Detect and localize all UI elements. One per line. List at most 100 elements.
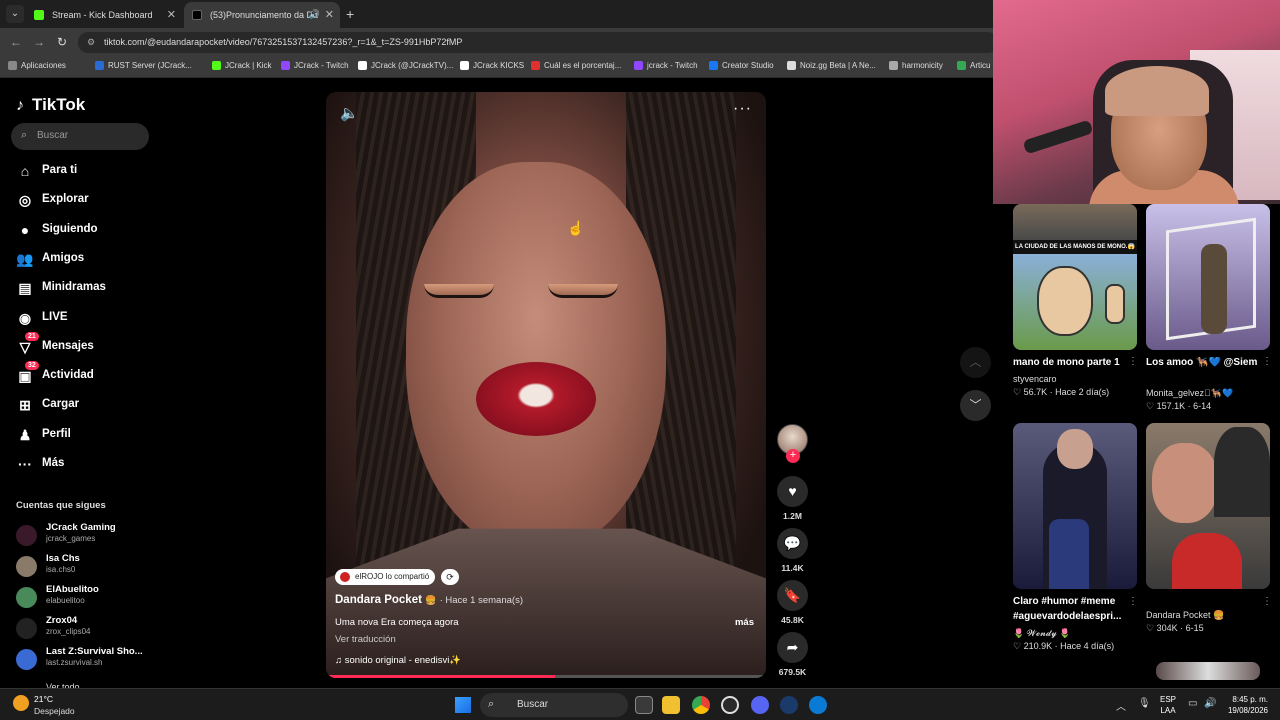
tab-tiktok[interactable]: (53)Pronunciamento da Da 🔊 ✕ bbox=[184, 2, 340, 28]
nav-label: Explorar bbox=[42, 193, 89, 206]
bookmark-item[interactable]: Creator Studio bbox=[709, 61, 774, 70]
close-tab-icon[interactable]: ✕ bbox=[167, 8, 176, 21]
recommendation-thumb-1[interactable]: LA CIUDAD DE LAS MANOS DE MONO.😱 bbox=[1013, 204, 1137, 350]
search-input[interactable]: ⌕ Buscar bbox=[11, 123, 149, 150]
nav-item-para-ti[interactable]: ⌂ Para ti bbox=[16, 160, 146, 182]
bookmark-item[interactable]: RUST Server (JCrack... bbox=[95, 61, 192, 70]
recommendation-thumb-2[interactable] bbox=[1146, 204, 1270, 350]
taskbar-search[interactable]: ⌕ Buscar bbox=[480, 693, 628, 717]
url-field[interactable]: ⚙ tiktok.com/@eudandarapocket/video/7673… bbox=[78, 32, 998, 53]
following-item[interactable]: Last Z:Survival Sho... last.zsurvival.sh bbox=[16, 646, 156, 674]
tab-kick-dashboard[interactable]: Stream - Kick Dashboard ✕ bbox=[26, 2, 182, 28]
recommendation-user[interactable]: styvencaro bbox=[1013, 374, 1057, 384]
thumb-detail bbox=[1013, 204, 1137, 240]
bookmark-item[interactable]: Noiz.gg Beta | A Ne... bbox=[787, 61, 876, 70]
recommendation-title-line2[interactable]: #aguevardodelaespri... bbox=[1013, 611, 1133, 622]
previous-video-button[interactable]: ︿ bbox=[960, 347, 991, 378]
nav-item-mensajes[interactable]: ▽ 21 Mensajes bbox=[16, 331, 146, 358]
speaker-icon[interactable]: 🔊 bbox=[309, 9, 320, 20]
app-icon[interactable] bbox=[780, 696, 798, 714]
save-button[interactable]: 🔖 bbox=[777, 580, 808, 611]
nav-item-más[interactable]: ··· Más bbox=[16, 453, 146, 475]
tab-search-button[interactable]: ⌄ bbox=[6, 5, 24, 23]
reload-icon[interactable]: ↻ bbox=[57, 35, 67, 49]
windows-start-icon[interactable] bbox=[455, 697, 471, 713]
recommendation-thumb-3[interactable] bbox=[1013, 423, 1137, 589]
video-author[interactable]: Dandara Pocket 🍔 · Hace 1 semana(s) bbox=[335, 594, 523, 606]
bookmark-item[interactable]: jcrack - Twitch bbox=[634, 61, 698, 70]
share-button[interactable]: ➦ bbox=[777, 632, 808, 663]
chrome-icon[interactable] bbox=[692, 696, 710, 714]
nav-item-cargar[interactable]: ⊞ Cargar bbox=[16, 394, 146, 416]
search-icon: ⌕ bbox=[21, 129, 28, 141]
recommendation-title[interactable]: mano de mono parte 1 bbox=[1013, 357, 1133, 368]
video-progress-bar[interactable] bbox=[326, 675, 766, 678]
video-player[interactable]: 🔈 ··· elROJO lo compartió ⟳ Dandara Pock… bbox=[326, 92, 766, 678]
more-options-icon[interactable]: ··· bbox=[733, 100, 752, 118]
nav-item-siguiendo[interactable]: ● Siguiendo bbox=[16, 219, 146, 241]
like-button[interactable]: ♥ bbox=[777, 476, 808, 507]
video-frame-detail bbox=[548, 284, 618, 298]
bookmark-item[interactable]: JCrack KICKS bbox=[460, 61, 524, 70]
card-more-icon[interactable]: ⋮ bbox=[1128, 356, 1138, 367]
recommendation-user[interactable]: Dandara Pocket 🍔 bbox=[1146, 610, 1224, 621]
tiktok-logo[interactable]: ♪ TikTok bbox=[16, 95, 85, 115]
repost-icon[interactable]: ⟳ bbox=[441, 569, 459, 585]
next-video-button[interactable]: ﹀ bbox=[960, 390, 991, 421]
bookmark-item[interactable]: JCrack (@JCrackTV)... bbox=[358, 61, 453, 70]
task-view-icon[interactable] bbox=[635, 696, 653, 714]
back-icon[interactable]: ← bbox=[10, 35, 22, 49]
bookmark-item[interactable]: JCrack | Kick bbox=[212, 61, 272, 70]
bookmark-item[interactable]: Articu bbox=[957, 61, 990, 70]
edge-icon[interactable] bbox=[809, 696, 827, 714]
volume-icon[interactable]: 🔈 bbox=[340, 104, 359, 122]
card-more-icon[interactable]: ⋮ bbox=[1262, 356, 1272, 367]
recommendation-thumb-5[interactable] bbox=[1156, 662, 1260, 680]
nav-item-live[interactable]: ◉ LIVE bbox=[16, 307, 146, 329]
sound-link[interactable]: ♫ sonido original - enedisvi✨ bbox=[335, 655, 461, 666]
following-item[interactable]: Zrox04 zrox_clips04 bbox=[16, 615, 156, 643]
close-tab-icon[interactable]: ✕ bbox=[325, 8, 334, 21]
tray-chevron-icon[interactable]: ︿ bbox=[1116, 698, 1126, 713]
caption-more-link[interactable]: más bbox=[735, 617, 754, 628]
weather-sun-icon[interactable] bbox=[13, 695, 29, 711]
network-icon[interactable]: ▭ bbox=[1188, 698, 1197, 709]
obs-icon[interactable] bbox=[721, 696, 739, 714]
bookmark-item[interactable]: harmonicity bbox=[889, 61, 943, 70]
shared-by-badge[interactable]: elROJO lo compartió bbox=[335, 569, 436, 585]
weather-temp[interactable]: 21°C bbox=[34, 694, 53, 704]
recommendation-title[interactable]: Los amoo 🐕‍🦺💙 @Siempre Blessd 🎲 ... bbox=[1146, 357, 1258, 368]
clock[interactable]: 8:45 p. m. 19/08/2026 bbox=[1222, 694, 1268, 716]
bookmark-favicon-icon bbox=[889, 61, 898, 70]
weather-desc[interactable]: Despejado bbox=[34, 706, 75, 716]
language-indicator[interactable]: ESP LAA bbox=[1160, 694, 1176, 716]
forward-icon[interactable]: → bbox=[33, 35, 45, 49]
recommendation-user[interactable]: Monita_gelvez🏽🐕‍🦺💙 bbox=[1146, 388, 1233, 399]
recommendation-title[interactable]: Claro #humor #meme bbox=[1013, 596, 1133, 607]
recommendation-thumb-4[interactable] bbox=[1146, 423, 1270, 589]
following-item[interactable]: JCrack Gaming jcrack_games bbox=[16, 522, 156, 550]
nav-item-amigos[interactable]: 👥 Amigos bbox=[16, 248, 146, 270]
discord-icon[interactable] bbox=[751, 696, 769, 714]
follow-plus-icon[interactable]: + bbox=[786, 449, 800, 463]
card-more-icon[interactable]: ⋮ bbox=[1128, 596, 1138, 607]
following-item[interactable]: Isa Chs isa.chs0 bbox=[16, 553, 156, 581]
nav-item-actividad[interactable]: ▣ 32 Actividad bbox=[16, 361, 146, 387]
microphone-icon[interactable]: 🎙 bbox=[1138, 698, 1151, 709]
bookmark-item[interactable]: Cuál es el porcentaj... bbox=[531, 61, 621, 70]
card-more-icon[interactable]: ⋮ bbox=[1262, 596, 1272, 607]
bookmark-item[interactable]: JCrack - Twitch bbox=[281, 61, 349, 70]
site-info-icon[interactable]: ⚙ bbox=[87, 37, 95, 48]
nav-item-minidramas[interactable]: ▤ Minidramas bbox=[16, 277, 146, 299]
translate-link[interactable]: Ver traducción bbox=[335, 634, 396, 645]
comment-button[interactable]: 💬 bbox=[777, 528, 808, 559]
following-name: ElAbuelitoo bbox=[46, 584, 99, 595]
nav-item-perfil[interactable]: ♟ Perfil bbox=[16, 424, 146, 446]
new-tab-button[interactable]: + bbox=[346, 6, 354, 22]
bookmark-item[interactable]: Aplicaciones bbox=[8, 61, 66, 70]
recommendation-user[interactable]: 🌷 𝓦𝓮𝓷𝓭𝔂 🌷 bbox=[1013, 628, 1071, 639]
nav-item-explorar[interactable]: ◎ Explorar bbox=[16, 189, 146, 211]
file-explorer-icon[interactable] bbox=[662, 696, 680, 714]
volume-tray-icon[interactable]: 🔊 bbox=[1204, 698, 1216, 709]
following-item[interactable]: ElAbuelitoo elabuelitoo bbox=[16, 584, 156, 612]
